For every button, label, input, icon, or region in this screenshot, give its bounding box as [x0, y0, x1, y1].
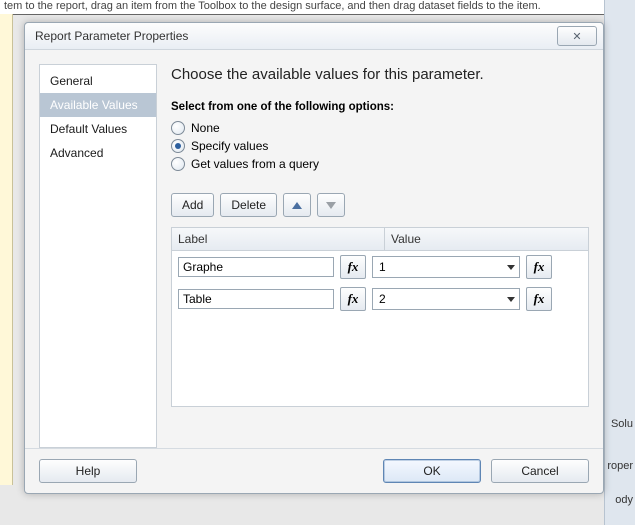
row-label-input[interactable] [178, 289, 334, 309]
page-heading: Choose the available values for this par… [171, 66, 589, 83]
option-none[interactable]: None [171, 119, 589, 137]
bg-label-proper: roper [607, 460, 633, 472]
cancel-button[interactable]: Cancel [491, 459, 589, 483]
row-label-input[interactable] [178, 257, 334, 277]
arrow-down-icon [326, 202, 336, 209]
dialog-footer: Help OK Cancel [25, 448, 603, 493]
values-toolbar: Add Delete [171, 193, 589, 217]
option-get-from-query[interactable]: Get values from a query [171, 155, 589, 173]
grid-header-label[interactable]: Label [172, 228, 385, 250]
chevron-down-icon [507, 297, 515, 302]
dialog-titlebar: Report Parameter Properties ✕ [25, 23, 603, 50]
grid-header: Label Value [172, 228, 588, 251]
report-parameter-properties-dialog: Report Parameter Properties ✕ General Av… [24, 22, 604, 494]
arrow-up-icon [292, 202, 302, 209]
values-grid: Label Value fx 1 fx fx 2 [171, 227, 589, 407]
select-value: 1 [379, 260, 386, 274]
fx-icon: fx [348, 291, 359, 307]
option-label: Get values from a query [191, 157, 319, 171]
nav-item-default-values[interactable]: Default Values [40, 117, 156, 141]
fx-icon: fx [534, 259, 545, 275]
radio-icon [171, 139, 185, 153]
fx-button[interactable]: fx [340, 287, 366, 311]
nav-item-available-values[interactable]: Available Values [40, 93, 156, 117]
select-value: 2 [379, 292, 386, 306]
move-up-button[interactable] [283, 193, 311, 217]
row-value-select[interactable]: 2 [372, 288, 520, 310]
add-button[interactable]: Add [171, 193, 214, 217]
bg-label-body: ody [615, 494, 633, 506]
background-right-panel: Solu roper ody [604, 0, 635, 525]
nav-item-advanced[interactable]: Advanced [40, 141, 156, 165]
bg-label-solution: Solu [611, 418, 633, 430]
dialog-nav: General Available Values Default Values … [39, 64, 157, 448]
help-button[interactable]: Help [39, 459, 137, 483]
option-specify-values[interactable]: Specify values [171, 137, 589, 155]
background-ruler-left [0, 14, 13, 485]
grid-row: fx 1 fx [172, 251, 588, 283]
fx-button[interactable]: fx [340, 255, 366, 279]
option-label: None [191, 121, 220, 135]
ok-button[interactable]: OK [383, 459, 481, 483]
radio-icon [171, 121, 185, 135]
background-hint-text: tem to the report, drag an item from the… [0, 0, 635, 15]
close-button[interactable]: ✕ [557, 26, 597, 46]
fx-icon: fx [534, 291, 545, 307]
dialog-title: Report Parameter Properties [35, 29, 557, 43]
move-down-button[interactable] [317, 193, 345, 217]
row-value-select[interactable]: 1 [372, 256, 520, 278]
options-subheading: Select from one of the following options… [171, 101, 589, 113]
grid-header-value[interactable]: Value [385, 228, 588, 250]
fx-icon: fx [348, 259, 359, 275]
grid-row: fx 2 fx [172, 283, 588, 315]
nav-item-general[interactable]: General [40, 69, 156, 93]
option-label: Specify values [191, 139, 268, 153]
close-icon: ✕ [572, 30, 581, 43]
chevron-down-icon [507, 265, 515, 270]
dialog-content: Choose the available values for this par… [171, 64, 589, 448]
fx-button[interactable]: fx [526, 287, 552, 311]
fx-button[interactable]: fx [526, 255, 552, 279]
radio-icon [171, 157, 185, 171]
delete-button[interactable]: Delete [220, 193, 277, 217]
